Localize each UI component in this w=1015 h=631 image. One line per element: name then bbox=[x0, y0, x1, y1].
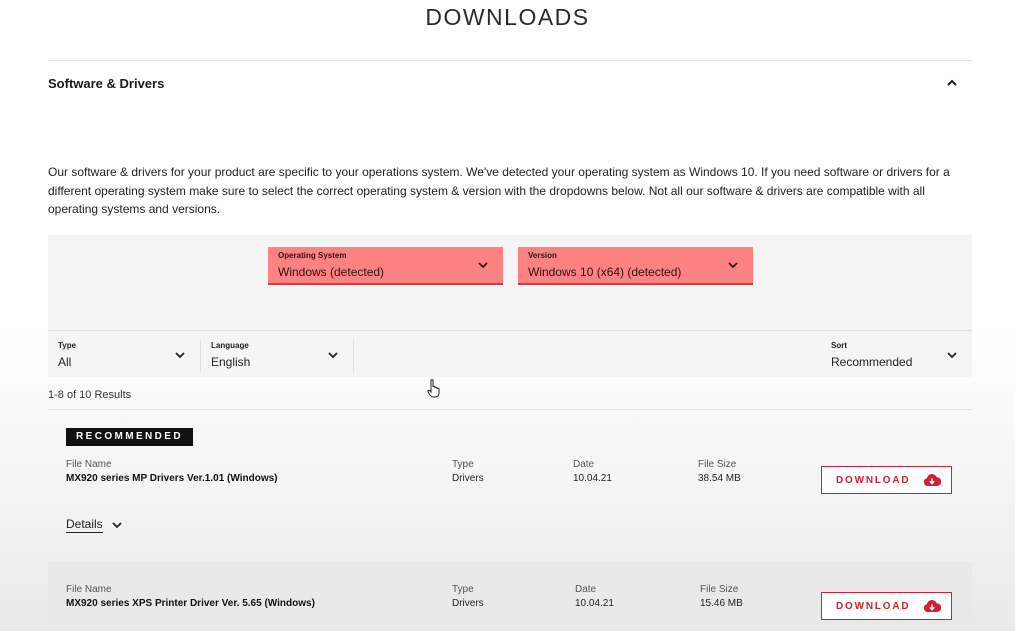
chevron-down-icon bbox=[478, 262, 488, 269]
type-filter-value: All bbox=[58, 355, 72, 369]
file-size-cell: File Size 38.54 MB bbox=[698, 459, 741, 484]
file-date-cell: Date 10.04.21 bbox=[573, 459, 612, 484]
cloud-download-icon bbox=[923, 473, 941, 486]
file-name-header: File Name bbox=[66, 459, 112, 470]
page-title: DOWNLOADS bbox=[425, 4, 590, 30]
file-size-cell: File Size 15.46 MB bbox=[700, 584, 743, 609]
operating-system-select[interactable]: Operating System Windows (detected) bbox=[268, 247, 503, 285]
chevron-down-icon bbox=[947, 352, 957, 359]
chevron-up-icon[interactable] bbox=[946, 77, 958, 89]
details-toggle[interactable]: Details bbox=[66, 517, 122, 533]
file-size: 15.46 MB bbox=[700, 598, 743, 609]
results-divider bbox=[48, 409, 972, 410]
chevron-down-icon bbox=[112, 522, 122, 529]
sort-filter-label: Sort bbox=[831, 341, 847, 350]
file-name-header: File Name bbox=[66, 584, 112, 595]
chevron-down-icon bbox=[728, 262, 738, 269]
file-date: 10.04.21 bbox=[573, 473, 612, 484]
operating-system-value: Windows (detected) bbox=[278, 265, 385, 279]
section-title: Software & Drivers bbox=[48, 76, 165, 91]
title-divider bbox=[48, 60, 972, 61]
language-filter-value: English bbox=[211, 355, 251, 369]
results-count: 1-8 of 10 Results bbox=[48, 389, 132, 401]
file-row: File Name MX920 series MP Drivers Ver.1.… bbox=[48, 455, 972, 555]
version-value: Windows 10 (x64) (detected) bbox=[528, 265, 682, 279]
language-filter[interactable]: Language English bbox=[201, 331, 353, 377]
chevron-down-icon bbox=[175, 352, 185, 359]
download-button[interactable]: DOWNLOAD bbox=[821, 466, 952, 494]
sort-filter[interactable]: Sort Recommended bbox=[821, 331, 972, 377]
type-filter[interactable]: Type All bbox=[48, 331, 200, 377]
cloud-download-icon bbox=[923, 599, 941, 612]
details-label: Details bbox=[66, 517, 103, 533]
date-header: Date bbox=[575, 584, 597, 595]
file-type-cell: Type Drivers bbox=[452, 459, 484, 484]
download-button[interactable]: DOWNLOAD bbox=[821, 592, 952, 620]
version-label: Version bbox=[528, 251, 557, 260]
file-size-header: File Size bbox=[700, 584, 739, 595]
file-type: Drivers bbox=[452, 473, 484, 484]
language-filter-label: Language bbox=[211, 341, 249, 350]
version-select[interactable]: Version Windows 10 (x64) (detected) bbox=[518, 247, 753, 285]
file-date-cell: Date 10.04.21 bbox=[575, 584, 614, 609]
file-date: 10.04.21 bbox=[575, 598, 614, 609]
file-row: File Name MX920 series XPS Printer Drive… bbox=[48, 562, 972, 631]
recommended-badge: RECOMMENDED bbox=[66, 428, 193, 446]
filter-separator bbox=[353, 339, 354, 373]
file-name-cell: File Name MX920 series XPS Printer Drive… bbox=[66, 584, 315, 609]
file-size: 38.54 MB bbox=[698, 473, 741, 484]
hand-pointer-icon bbox=[427, 379, 440, 398]
date-header: Date bbox=[573, 459, 595, 470]
file-name: MX920 series MP Drivers Ver.1.01 (Window… bbox=[66, 473, 278, 484]
file-name: MX920 series XPS Printer Driver Ver. 5.6… bbox=[66, 598, 315, 609]
download-button-label: DOWNLOAD bbox=[836, 601, 911, 612]
type-header: Type bbox=[452, 459, 474, 470]
file-size-header: File Size bbox=[698, 459, 737, 470]
sort-filter-value: Recommended bbox=[831, 355, 913, 369]
file-name-cell: File Name MX920 series MP Drivers Ver.1.… bbox=[66, 459, 278, 484]
file-type: Drivers bbox=[452, 598, 484, 609]
operating-system-label: Operating System bbox=[278, 251, 347, 260]
type-filter-label: Type bbox=[58, 341, 77, 350]
download-button-label: DOWNLOAD bbox=[836, 475, 911, 486]
type-header: Type bbox=[452, 584, 474, 595]
filter-panel: Operating System Windows (detected) Vers… bbox=[48, 235, 972, 377]
file-type-cell: Type Drivers bbox=[452, 584, 484, 609]
intro-text: Our software & drivers for your product … bbox=[48, 165, 950, 216]
chevron-down-icon bbox=[328, 352, 338, 359]
section-header[interactable]: Software & Drivers bbox=[48, 75, 972, 91]
